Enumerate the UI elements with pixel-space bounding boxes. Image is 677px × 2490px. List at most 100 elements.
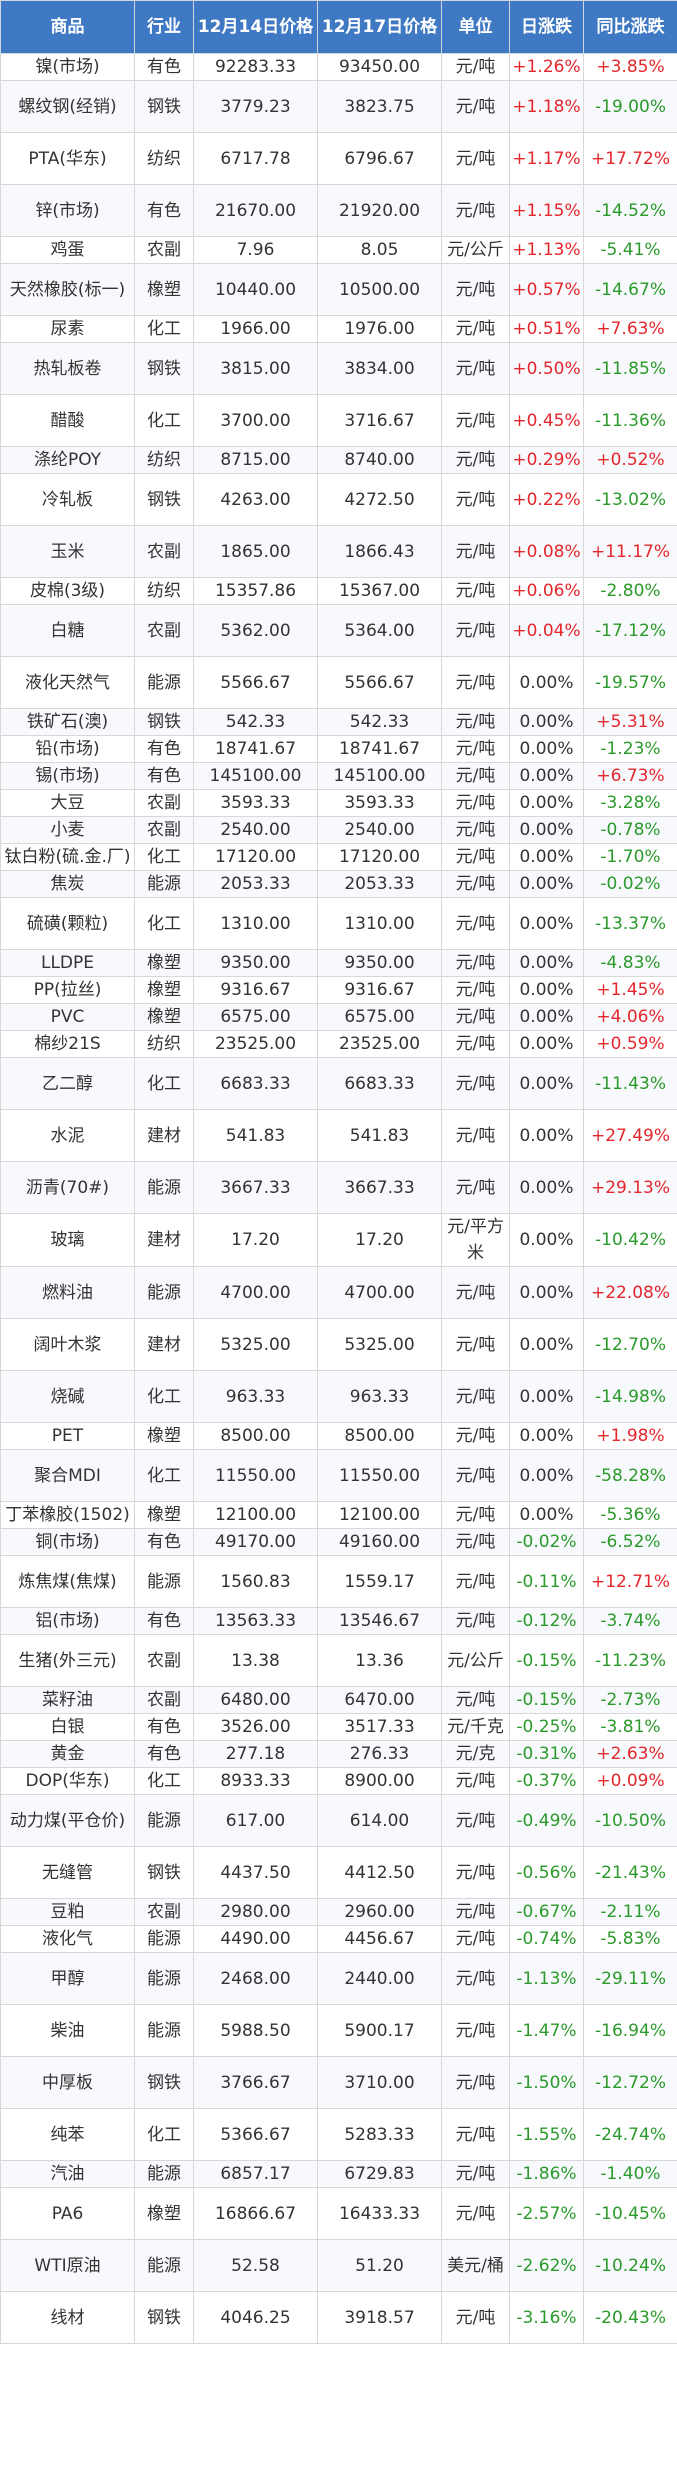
cell-unit: 元/吨 xyxy=(441,1057,510,1110)
cell-unit: 元/吨 xyxy=(441,1030,510,1058)
cell-price-dec14: 5362.00 xyxy=(193,604,318,657)
cell-price-dec17: 16433.33 xyxy=(317,2187,442,2240)
cell-yoy-change: -29.11% xyxy=(583,1952,677,2005)
cell-price-dec17: 8740.00 xyxy=(317,446,442,474)
cell-commodity: 菜籽油 xyxy=(0,1686,135,1714)
cell-commodity: 豆粕 xyxy=(0,1898,135,1926)
cell-daily-change: -0.02% xyxy=(509,1528,584,1556)
cell-commodity: 柴油 xyxy=(0,2004,135,2057)
cell-price-dec14: 23525.00 xyxy=(193,1030,318,1058)
table-row: 纯苯 化工 5366.67 5283.33 元/吨 -1.55% -24.74% xyxy=(0,2108,677,2161)
cell-price-dec17: 3710.00 xyxy=(317,2056,442,2109)
cell-price-dec17: 145100.00 xyxy=(317,762,442,790)
cell-commodity: 丁苯橡胶(1502) xyxy=(0,1501,135,1529)
cell-price-dec14: 6575.00 xyxy=(193,1003,318,1031)
cell-industry: 有色 xyxy=(134,1528,194,1556)
cell-commodity: PVC xyxy=(0,1003,135,1031)
cell-daily-change: 0.00% xyxy=(509,735,584,763)
cell-yoy-change: +0.09% xyxy=(583,1767,677,1795)
cell-price-dec14: 617.00 xyxy=(193,1794,318,1847)
cell-industry: 纺织 xyxy=(134,132,194,185)
cell-yoy-change: -19.00% xyxy=(583,80,677,133)
cell-price-dec17: 17120.00 xyxy=(317,843,442,871)
cell-price-dec17: 6470.00 xyxy=(317,1686,442,1714)
cell-unit: 元/吨 xyxy=(441,1109,510,1162)
cell-price-dec17: 4456.67 xyxy=(317,1925,442,1953)
cell-price-dec14: 21670.00 xyxy=(193,184,318,237)
table-row: 菜籽油 农副 6480.00 6470.00 元/吨 -0.15% -2.73% xyxy=(0,1686,677,1714)
cell-commodity: 天然橡胶(标一) xyxy=(0,263,135,316)
cell-daily-change: 0.00% xyxy=(509,1109,584,1162)
cell-commodity: 铝(市场) xyxy=(0,1607,135,1635)
cell-unit: 元/吨 xyxy=(441,1952,510,2005)
cell-unit: 元/公斤 xyxy=(441,1634,510,1687)
cell-commodity: 动力煤(平仓价) xyxy=(0,1794,135,1847)
cell-commodity: 大豆 xyxy=(0,789,135,817)
cell-price-dec17: 541.83 xyxy=(317,1109,442,1162)
cell-price-dec17: 5900.17 xyxy=(317,2004,442,2057)
cell-price-dec14: 3700.00 xyxy=(193,394,318,447)
table-row: 玻璃 建材 17.20 17.20 元/平方米 0.00% -10.42% xyxy=(0,1213,677,1267)
cell-price-dec17: 17.20 xyxy=(317,1213,442,1267)
cell-daily-change: -1.55% xyxy=(509,2108,584,2161)
table-row: 沥青(70#) 能源 3667.33 3667.33 元/吨 0.00% +29.13% xyxy=(0,1161,677,1214)
cell-industry: 化工 xyxy=(134,2108,194,2161)
table-row: 铜(市场) 有色 49170.00 49160.00 元/吨 -0.02% -6.52% xyxy=(0,1528,677,1556)
cell-price-dec14: 5988.50 xyxy=(193,2004,318,2057)
cell-price-dec17: 1976.00 xyxy=(317,315,442,343)
cell-yoy-change: -58.28% xyxy=(583,1449,677,1502)
table-row: 烧碱 化工 963.33 963.33 元/吨 0.00% -14.98% xyxy=(0,1370,677,1423)
cell-unit: 元/吨 xyxy=(441,1422,510,1450)
cell-yoy-change: -5.41% xyxy=(583,236,677,264)
cell-daily-change: 0.00% xyxy=(509,1370,584,1423)
cell-industry: 农副 xyxy=(134,789,194,817)
cell-industry: 橡塑 xyxy=(134,1003,194,1031)
cell-yoy-change: -11.23% xyxy=(583,1634,677,1687)
cell-commodity: 生猪(外三元) xyxy=(0,1634,135,1687)
cell-unit: 元/吨 xyxy=(441,735,510,763)
table-row: 小麦 农副 2540.00 2540.00 元/吨 0.00% -0.78% xyxy=(0,816,677,844)
cell-industry: 化工 xyxy=(134,315,194,343)
table-row: LLDPE 橡塑 9350.00 9350.00 元/吨 0.00% -4.83% xyxy=(0,949,677,977)
cell-yoy-change: -24.74% xyxy=(583,2108,677,2161)
cell-price-dec14: 2468.00 xyxy=(193,1952,318,2005)
cell-commodity: 水泥 xyxy=(0,1109,135,1162)
cell-price-dec17: 49160.00 xyxy=(317,1528,442,1556)
commodity-price-table: 商品 行业 12月14日价格 12月17日价格 单位 日涨跌 同比涨跌 镍(市场… xyxy=(0,0,677,2344)
cell-industry: 钢铁 xyxy=(134,2291,194,2344)
cell-unit: 元/吨 xyxy=(441,446,510,474)
cell-daily-change: 0.00% xyxy=(509,1422,584,1450)
cell-yoy-change: +3.85% xyxy=(583,53,677,81)
cell-price-dec17: 4272.50 xyxy=(317,473,442,526)
cell-price-dec17: 8900.00 xyxy=(317,1767,442,1795)
cell-daily-change: -2.57% xyxy=(509,2187,584,2240)
cell-industry: 钢铁 xyxy=(134,2056,194,2109)
cell-yoy-change: -10.50% xyxy=(583,1794,677,1847)
cell-commodity: 铁矿石(澳) xyxy=(0,708,135,736)
header-row: 商品 行业 12月14日价格 12月17日价格 单位 日涨跌 同比涨跌 xyxy=(0,0,677,54)
cell-commodity: 白糖 xyxy=(0,604,135,657)
cell-daily-change: 0.00% xyxy=(509,1501,584,1529)
cell-price-dec14: 7.96 xyxy=(193,236,318,264)
table-row: 尿素 化工 1966.00 1976.00 元/吨 +0.51% +7.63% xyxy=(0,315,677,343)
cell-unit: 元/吨 xyxy=(441,132,510,185)
cell-price-dec14: 5566.67 xyxy=(193,656,318,709)
table-row: 柴油 能源 5988.50 5900.17 元/吨 -1.47% -16.94% xyxy=(0,2004,677,2057)
cell-price-dec14: 541.83 xyxy=(193,1109,318,1162)
cell-daily-change: 0.00% xyxy=(509,1318,584,1371)
cell-commodity: 中厚板 xyxy=(0,2056,135,2109)
cell-yoy-change: -2.11% xyxy=(583,1898,677,1926)
cell-price-dec14: 3779.23 xyxy=(193,80,318,133)
cell-yoy-change: -10.42% xyxy=(583,1213,677,1267)
cell-unit: 元/吨 xyxy=(441,2160,510,2188)
cell-industry: 有色 xyxy=(134,762,194,790)
table-row: 铝(市场) 有色 13563.33 13546.67 元/吨 -0.12% -3.74% xyxy=(0,1607,677,1635)
cell-price-dec17: 2960.00 xyxy=(317,1898,442,1926)
cell-yoy-change: -11.43% xyxy=(583,1057,677,1110)
table-row: PVC 橡塑 6575.00 6575.00 元/吨 0.00% +4.06% xyxy=(0,1003,677,1031)
cell-industry: 钢铁 xyxy=(134,708,194,736)
cell-price-dec14: 2540.00 xyxy=(193,816,318,844)
cell-commodity: 皮棉(3级) xyxy=(0,577,135,605)
cell-commodity: 小麦 xyxy=(0,816,135,844)
cell-price-dec17: 9316.67 xyxy=(317,976,442,1004)
